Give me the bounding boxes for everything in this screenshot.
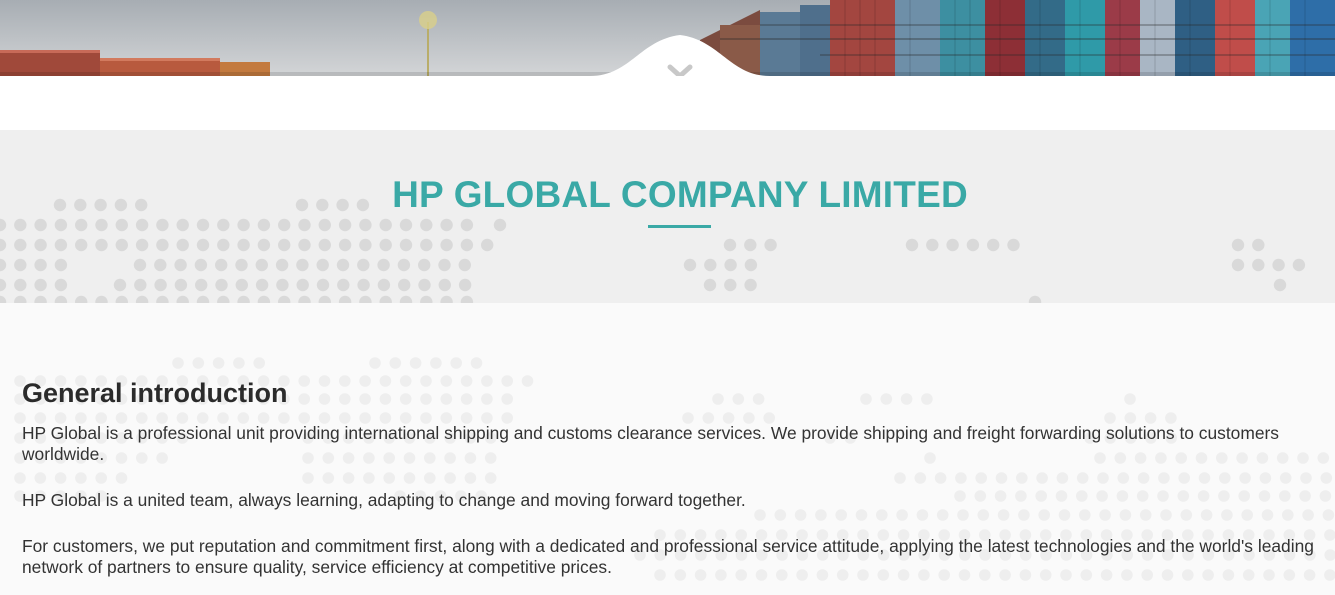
intro-paragraph-3: For customers, we put reputation and com… — [22, 536, 1314, 577]
spacer-strip — [0, 76, 1335, 130]
world-map-dots — [0, 198, 1306, 303]
general-introduction-section: General introduction HP Global is a prof… — [0, 303, 1335, 595]
company-title-band: HP GLOBAL COMPANY LIMITED — [0, 130, 1335, 303]
intro-paragraph-2: HP Global is a united team, always learn… — [22, 490, 746, 510]
company-title: HP GLOBAL COMPANY LIMITED — [392, 174, 968, 215]
title-underline — [648, 225, 711, 228]
intro-paragraph-1: HP Global is a professional unit providi… — [22, 423, 1279, 464]
section-heading: General introduction — [22, 378, 288, 408]
